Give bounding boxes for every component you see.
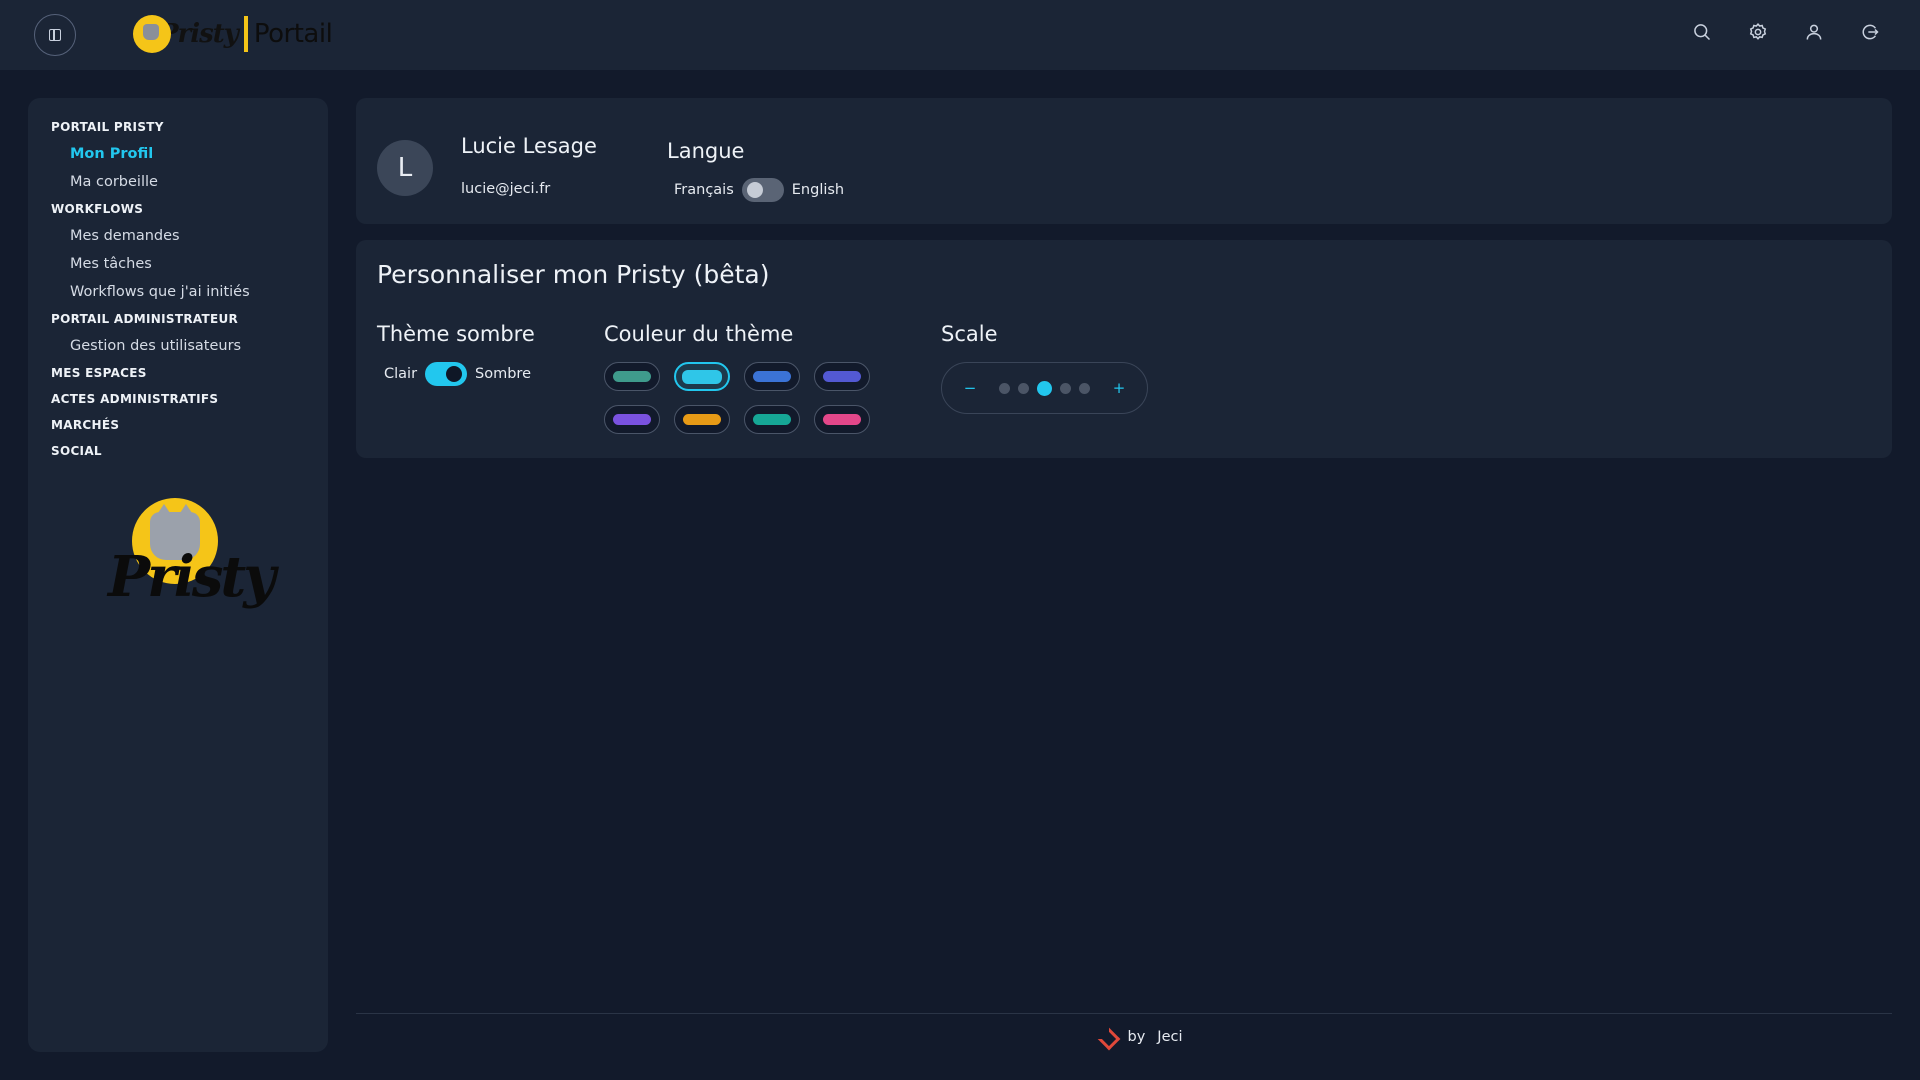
sidebar-item-ma-corbeille[interactable]: Ma corbeille	[28, 168, 328, 196]
language-selector: Français English	[674, 178, 844, 202]
user-name: Lucie Lesage	[461, 134, 597, 158]
logo-wordmark: Pristy	[108, 544, 276, 610]
header-actions	[1690, 20, 1882, 44]
dark-theme-toggle[interactable]	[425, 362, 468, 386]
sidebar-section-marches[interactable]: MARCHÉS	[28, 412, 328, 438]
theme-label-light: Clair	[384, 366, 418, 382]
scale-step-dot[interactable]	[1037, 380, 1052, 396]
toggle-knob	[446, 366, 463, 382]
swatch-color-pill	[753, 371, 791, 382]
scale-step-dot[interactable]	[1018, 382, 1029, 394]
scale-steps	[999, 380, 1090, 396]
avatar: L	[377, 140, 433, 196]
sidebar-section-social[interactable]: SOCIAL	[28, 438, 328, 464]
swatch-color-pill	[682, 369, 722, 384]
swatch-color-pill	[753, 414, 791, 425]
profile-button[interactable]	[1802, 20, 1826, 44]
theme-color-swatch[interactable]	[744, 362, 800, 391]
user-email: lucie@jeci.fr	[461, 181, 551, 197]
theme-color-title: Couleur du thème	[604, 322, 794, 346]
settings-icon	[1749, 22, 1767, 40]
profile-card: L Lucie Lesage lucie@jeci.fr Langue Fran…	[356, 98, 1892, 224]
sidebar-section-mes-espaces[interactable]: MES ESPACES	[28, 360, 328, 386]
sidebar-section-portail-pristy[interactable]: PORTAIL PRISTY	[28, 114, 328, 140]
footer-company[interactable]: Jeci	[1157, 1029, 1182, 1045]
dark-theme-selector: Clair Sombre	[384, 362, 531, 386]
brand-logo[interactable]: Pristy Portail	[133, 12, 333, 56]
sidebar-section-portail-administrateur[interactable]: PORTAIL ADMINISTRATEUR	[28, 306, 328, 332]
theme-color-swatch[interactable]	[814, 405, 870, 434]
theme-color-swatch[interactable]	[604, 362, 660, 391]
customize-title: Personnaliser mon Pristy (bêta)	[377, 260, 770, 289]
toggle-knob	[746, 182, 763, 198]
swatch-color-pill	[823, 414, 861, 425]
footer-credit: by Jeci	[1098, 1028, 1183, 1046]
scale-title: Scale	[941, 322, 998, 346]
sidebar-section-actes-administratifs[interactable]: ACTES ADMINISTRATIFS	[28, 386, 328, 412]
footer: by Jeci	[0, 1028, 1920, 1046]
scale-decrease-button[interactable]: −	[959, 379, 981, 397]
theme-color-swatches	[604, 362, 870, 434]
sidebar-item-mes-demandes[interactable]: Mes demandes	[28, 222, 328, 250]
brand-separator	[243, 16, 248, 52]
swatch-color-pill	[613, 414, 651, 425]
swatch-color-pill	[823, 371, 861, 382]
jeci-logo-icon	[1098, 1028, 1116, 1046]
theme-color-swatch[interactable]	[604, 405, 660, 434]
pristy-cat-logo-icon	[133, 15, 171, 53]
logout-button[interactable]	[1858, 20, 1882, 44]
logout-icon	[1862, 24, 1879, 40]
dark-theme-title: Thème sombre	[377, 322, 535, 346]
user-icon	[1806, 24, 1822, 40]
scale-control: − +	[941, 362, 1148, 414]
theme-color-swatch[interactable]	[674, 405, 730, 434]
search-button[interactable]	[1690, 20, 1714, 44]
brand-suffix: Portail	[253, 19, 333, 49]
footer-divider	[356, 1013, 1892, 1014]
settings-button[interactable]	[1746, 20, 1770, 44]
pristy-logo: Pristy	[108, 498, 276, 638]
theme-color-swatch[interactable]	[814, 362, 870, 391]
scale-step-dot[interactable]	[999, 382, 1010, 394]
language-title: Langue	[667, 139, 745, 163]
customize-card: Personnaliser mon Pristy (bêta) Thème so…	[356, 240, 1892, 458]
swatch-color-pill	[613, 371, 651, 382]
top-bar: Pristy Portail	[0, 0, 1920, 70]
swatch-color-pill	[683, 414, 721, 425]
sidebar-toggle-icon	[49, 29, 61, 41]
language-label-english: English	[791, 182, 845, 198]
theme-color-swatch[interactable]	[674, 362, 730, 391]
sidebar-section-workflows[interactable]: WORKFLOWS	[28, 196, 328, 222]
search-icon	[1694, 24, 1711, 41]
scale-increase-button[interactable]: +	[1108, 379, 1130, 397]
sidebar: PORTAIL PRISTY Mon Profil Ma corbeille W…	[28, 98, 328, 1052]
theme-color-swatch[interactable]	[744, 405, 800, 434]
theme-label-dark: Sombre	[475, 366, 531, 382]
sidebar-item-mon-profil[interactable]: Mon Profil	[28, 140, 328, 168]
sidebar-item-workflows-inities[interactable]: Workflows que j'ai initiés	[28, 278, 328, 306]
language-toggle[interactable]	[741, 178, 784, 202]
sidebar-toggle-button[interactable]	[34, 14, 76, 56]
scale-step-dot[interactable]	[1060, 382, 1071, 394]
language-label-french: Français	[674, 182, 734, 198]
sidebar-item-gestion-utilisateurs[interactable]: Gestion des utilisateurs	[28, 332, 328, 360]
sidebar-item-mes-taches[interactable]: Mes tâches	[28, 250, 328, 278]
footer-by-label: by	[1127, 1029, 1146, 1045]
scale-step-dot[interactable]	[1079, 382, 1090, 394]
